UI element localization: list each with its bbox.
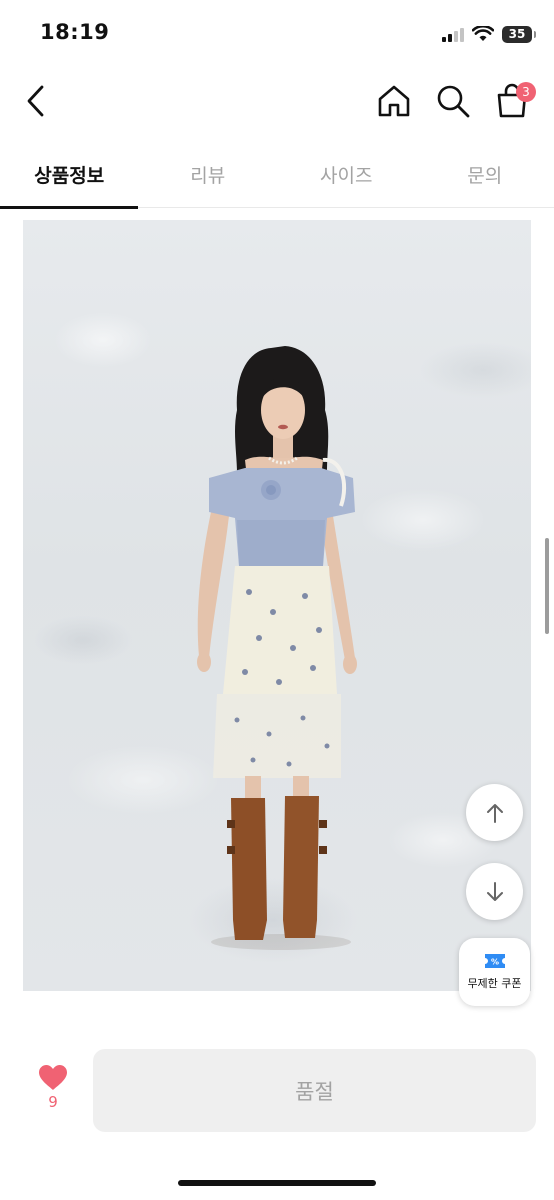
- coupon-icon: %: [484, 954, 505, 968]
- model-illustration: [197, 346, 357, 950]
- battery-icon: 35: [502, 25, 536, 43]
- status-bar: 18:19 35: [0, 0, 554, 64]
- arrow-down-icon: [486, 881, 503, 901]
- tab-reviews[interactable]: 리뷰: [139, 142, 278, 208]
- tab-size[interactable]: 사이즈: [277, 142, 416, 208]
- soldout-button[interactable]: 품절: [93, 1049, 536, 1132]
- arrow-up-icon: [486, 803, 503, 823]
- back-button[interactable]: [18, 78, 54, 124]
- product-tabs: 상품정보 리뷰 사이즈 문의: [0, 142, 554, 209]
- product-photo: [23, 220, 531, 991]
- search-icon: [437, 85, 470, 118]
- status-time: 18:19: [40, 20, 110, 44]
- chevron-left-icon: [27, 85, 44, 117]
- coupon-label: 무제한 쿠폰: [467, 977, 522, 990]
- scroll-indicator[interactable]: [545, 538, 549, 634]
- cart-count-badge: 3: [516, 82, 536, 102]
- like-count: 9: [48, 1093, 58, 1111]
- cart-button[interactable]: 3: [490, 78, 536, 124]
- tab-product-info[interactable]: 상품정보: [0, 142, 139, 209]
- heart-icon: [39, 1065, 67, 1090]
- home-indicator: [178, 1180, 376, 1186]
- scroll-down-button[interactable]: [466, 863, 523, 920]
- like-button[interactable]: 9: [30, 1064, 76, 1124]
- cellular-signal-icon: [442, 26, 464, 42]
- status-icons: 35: [442, 22, 536, 46]
- svg-text:%: %: [490, 958, 498, 967]
- home-icon: [378, 85, 410, 117]
- tab-inquiry[interactable]: 문의: [416, 142, 554, 208]
- wifi-icon: [472, 26, 494, 41]
- search-button[interactable]: [431, 78, 475, 124]
- app-header: 3: [0, 64, 554, 142]
- scroll-up-button[interactable]: [466, 784, 523, 841]
- home-button[interactable]: [372, 78, 416, 124]
- coupon-button[interactable]: % 무제한 쿠폰: [459, 938, 530, 1006]
